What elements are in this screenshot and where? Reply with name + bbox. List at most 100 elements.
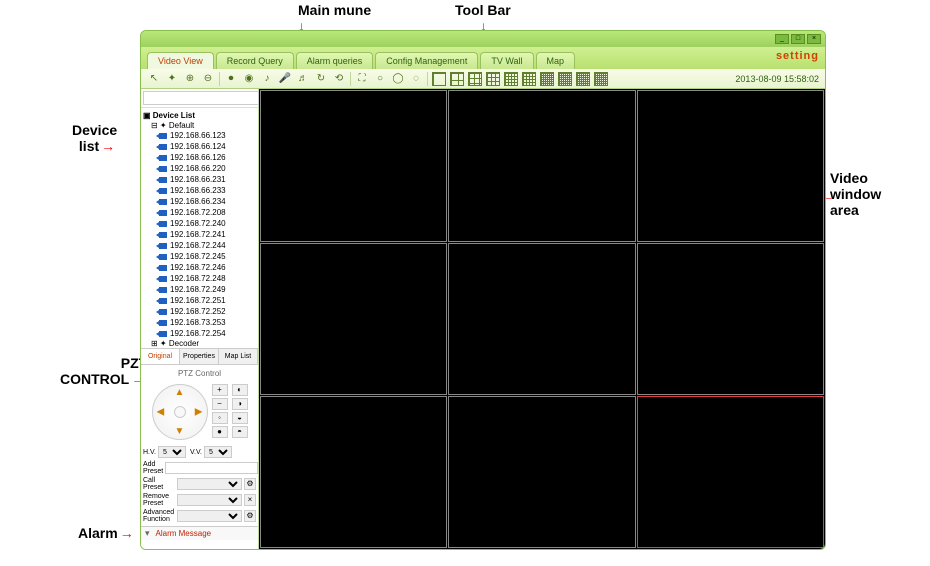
remove-preset-select[interactable] <box>177 494 242 506</box>
device-node[interactable]: 192.168.73.253 <box>143 317 256 328</box>
layout-9-icon[interactable] <box>468 72 482 86</box>
cursor-icon[interactable]: ✦ <box>165 72 179 86</box>
menu-tab-video-view[interactable]: Video View <box>147 52 214 69</box>
layout-49-icon[interactable] <box>540 72 554 86</box>
camera-icon <box>159 144 167 150</box>
mic-icon[interactable]: 🎤 <box>278 72 292 86</box>
ptz-focus-in-button[interactable]: ◦ <box>212 412 228 424</box>
record-icon[interactable]: ⏺ <box>224 72 238 86</box>
device-node[interactable]: 192.168.72.248 <box>143 273 256 284</box>
minimize-button[interactable]: _ <box>775 34 789 44</box>
ptz-iris-close-button[interactable]: ◑ <box>232 398 248 410</box>
layout-36-icon[interactable] <box>522 72 536 86</box>
remove-preset-button[interactable]: × <box>244 494 256 506</box>
video-cell-3[interactable] <box>637 90 824 242</box>
menu-tab-alarm-queries[interactable]: Alarm queries <box>296 52 374 69</box>
device-node[interactable]: 192.168.66.220 <box>143 163 256 174</box>
device-node[interactable]: 192.168.72.249 <box>143 284 256 295</box>
ptz-iris-open-button[interactable]: ◐ <box>232 384 248 396</box>
video-cell-6[interactable] <box>637 243 824 395</box>
device-node[interactable]: 192.168.72.240 <box>143 218 256 229</box>
ptz-down-button[interactable]: ▼ <box>175 426 185 437</box>
device-node[interactable]: 192.168.66.231 <box>143 174 256 185</box>
video-cell-9[interactable] <box>637 396 824 548</box>
circle3-icon[interactable]: ◌ <box>409 72 423 86</box>
ptz-zoom-out-button[interactable]: − <box>212 398 228 410</box>
video-cell-4[interactable] <box>260 243 447 395</box>
video-cell-5[interactable] <box>448 243 635 395</box>
layout-100-icon[interactable] <box>594 72 608 86</box>
circle2-icon[interactable]: ◯ <box>391 72 405 86</box>
device-node[interactable]: 192.168.66.233 <box>143 185 256 196</box>
fullscreen-icon[interactable]: ⛶ <box>355 72 369 86</box>
device-search: 🔍 <box>141 89 258 108</box>
device-node[interactable]: 192.168.72.244 <box>143 240 256 251</box>
tree-group-default[interactable]: ⊟ ✦ Default <box>143 121 256 130</box>
layout-25-icon[interactable] <box>504 72 518 86</box>
video-cell-8[interactable] <box>448 396 635 548</box>
sidebar-tab-maplist[interactable]: Map List <box>219 349 258 364</box>
sidebar-tab-properties[interactable]: Properties <box>180 349 219 364</box>
advanced-select[interactable] <box>177 510 242 522</box>
advanced-button[interactable]: ⚙ <box>244 510 256 522</box>
volume-icon[interactable]: ♪ <box>260 72 274 86</box>
add-preset-input[interactable] <box>165 462 258 474</box>
pointer-icon[interactable]: ↖ <box>147 72 161 86</box>
camera-icon <box>159 155 167 161</box>
video-cell-2[interactable] <box>448 90 635 242</box>
call-preset-button[interactable]: ⚙ <box>244 478 256 490</box>
zoom-in-icon[interactable]: ⊕ <box>183 72 197 86</box>
tree-root[interactable]: ▣ Device List <box>143 110 256 121</box>
search-input[interactable] <box>143 91 259 105</box>
ptz-zoom-in-button[interactable]: + <box>212 384 228 396</box>
device-tree[interactable]: ▣ Device List ⊟ ✦ Default 192.168.66.123… <box>141 108 258 348</box>
device-node[interactable]: 192.168.66.123 <box>143 130 256 141</box>
device-node[interactable]: 192.168.72.252 <box>143 306 256 317</box>
ptz-aux1-button[interactable]: ◒ <box>232 412 248 424</box>
zoom-out-icon[interactable]: ⊖ <box>201 72 215 86</box>
menu-tab-record-query[interactable]: Record Query <box>216 52 294 69</box>
video-cell-7[interactable] <box>260 396 447 548</box>
ptz-left-button[interactable]: ◀ <box>157 407 165 418</box>
close-button[interactable]: × <box>807 34 821 44</box>
ptz-aux2-button[interactable]: ◓ <box>232 426 248 438</box>
layout-1-icon[interactable] <box>432 72 446 86</box>
hv-select[interactable]: 5 <box>158 446 186 458</box>
ptz-focus-out-button[interactable]: ● <box>212 426 228 438</box>
setting-label[interactable]: setting <box>776 50 819 62</box>
menu-tab-map[interactable]: Map <box>536 52 576 69</box>
layout-81-icon[interactable] <box>576 72 590 86</box>
ptz-center-button[interactable] <box>174 406 186 418</box>
snapshot-icon[interactable]: ◉ <box>242 72 256 86</box>
circle1-icon[interactable]: ○ <box>373 72 387 86</box>
device-node[interactable]: 192.168.72.241 <box>143 229 256 240</box>
callout-alarm: Alarm→ <box>78 525 136 541</box>
vv-select[interactable]: 5 <box>204 446 232 458</box>
alarm-toggle-icon[interactable]: ▾ <box>145 528 150 539</box>
callout-tool-bar: Tool Bar <box>455 2 511 18</box>
device-node[interactable]: 192.168.66.234 <box>143 196 256 207</box>
layout-64-icon[interactable] <box>558 72 572 86</box>
patrol-icon[interactable]: ⟲ <box>332 72 346 86</box>
ptz-up-button[interactable]: ▲ <box>175 387 185 398</box>
call-preset-select[interactable] <box>177 478 242 490</box>
device-node[interactable]: 192.168.72.246 <box>143 262 256 273</box>
layout-4-icon[interactable] <box>450 72 464 86</box>
layout-16-icon[interactable] <box>486 72 500 86</box>
device-node[interactable]: 192.168.72.251 <box>143 295 256 306</box>
maximize-button[interactable]: □ <box>791 34 805 44</box>
sidebar-tab-original[interactable]: Original <box>141 349 180 364</box>
device-node[interactable]: 192.168.72.245 <box>143 251 256 262</box>
refresh-icon[interactable]: ↻ <box>314 72 328 86</box>
menu-tab-tv-wall[interactable]: TV Wall <box>480 52 533 69</box>
device-node[interactable]: 192.168.66.124 <box>143 141 256 152</box>
alarm-message-label[interactable]: Alarm Message <box>156 529 212 538</box>
speaker-icon[interactable]: ♬ <box>296 72 310 86</box>
ptz-right-button[interactable]: ▶ <box>195 407 203 418</box>
device-node[interactable]: 192.168.66.126 <box>143 152 256 163</box>
device-node[interactable]: 192.168.72.208 <box>143 207 256 218</box>
device-node[interactable]: 192.168.72.254 <box>143 328 256 339</box>
menu-tab-config-management[interactable]: Config Management <box>375 52 478 69</box>
tree-group-decoder[interactable]: ⊞ ✦ Decoder <box>143 339 256 348</box>
video-cell-1[interactable] <box>260 90 447 242</box>
